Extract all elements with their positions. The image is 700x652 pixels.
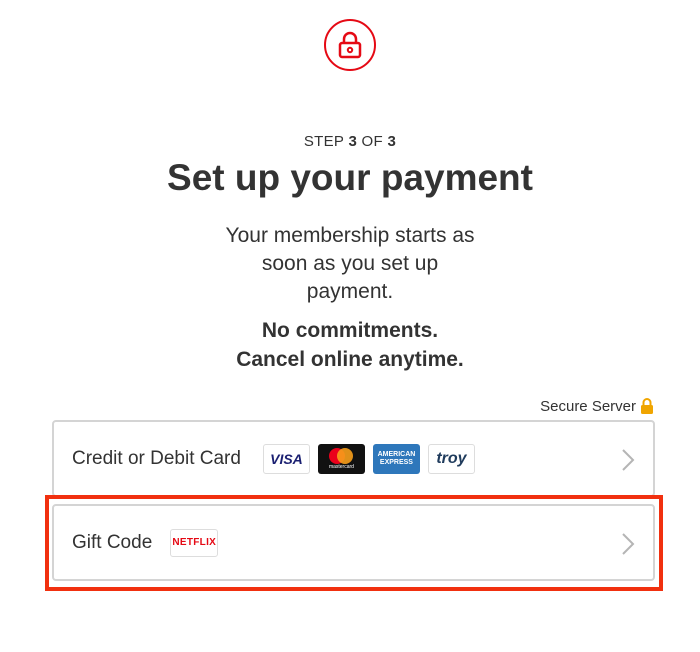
mastercard-logo: mastercard: [317, 443, 365, 474]
lock-icon: [324, 19, 376, 71]
netflix-logo: NETFLIX: [170, 528, 219, 557]
amex-logo: AMERICAN EXPRESS: [372, 443, 420, 474]
commitment-note: No commitments. Cancel online anytime.: [0, 316, 700, 374]
mastercard-wordmark: mastercard: [328, 464, 354, 470]
card-logos: VISA mastercard AMERICAN EXPRESS troy: [262, 443, 475, 474]
credit-debit-card-option[interactable]: Credit or Debit Card VISA mastercard AME…: [52, 420, 655, 497]
step-current: 3: [348, 133, 358, 150]
step-of: OF: [357, 133, 388, 150]
padlock-icon: [641, 398, 653, 414]
gift-code-option[interactable]: Gift Code NETFLIX: [52, 504, 655, 581]
visa-logo: VISA: [262, 443, 310, 474]
step-indicator: STEP 3 OF 3: [0, 133, 700, 150]
chevron-right-icon: [622, 449, 635, 471]
step-total: 3: [387, 133, 397, 150]
page-title: Set up your payment: [167, 157, 533, 198]
troy-logo: troy: [427, 443, 475, 474]
commitment-line-1: No commitments.: [261, 319, 439, 342]
commitment-line-2: Cancel online anytime.: [236, 348, 464, 371]
secure-server-label: Secure Server: [540, 398, 636, 415]
gift-code-label: Gift Code: [72, 531, 153, 553]
step-prefix: STEP: [303, 133, 349, 150]
chevron-right-icon: [622, 533, 635, 555]
credit-debit-card-label: Credit or Debit Card: [72, 447, 241, 469]
membership-description: Your membership starts as soon as you se…: [225, 224, 475, 303]
secure-server-indicator: Secure Server: [540, 398, 654, 415]
